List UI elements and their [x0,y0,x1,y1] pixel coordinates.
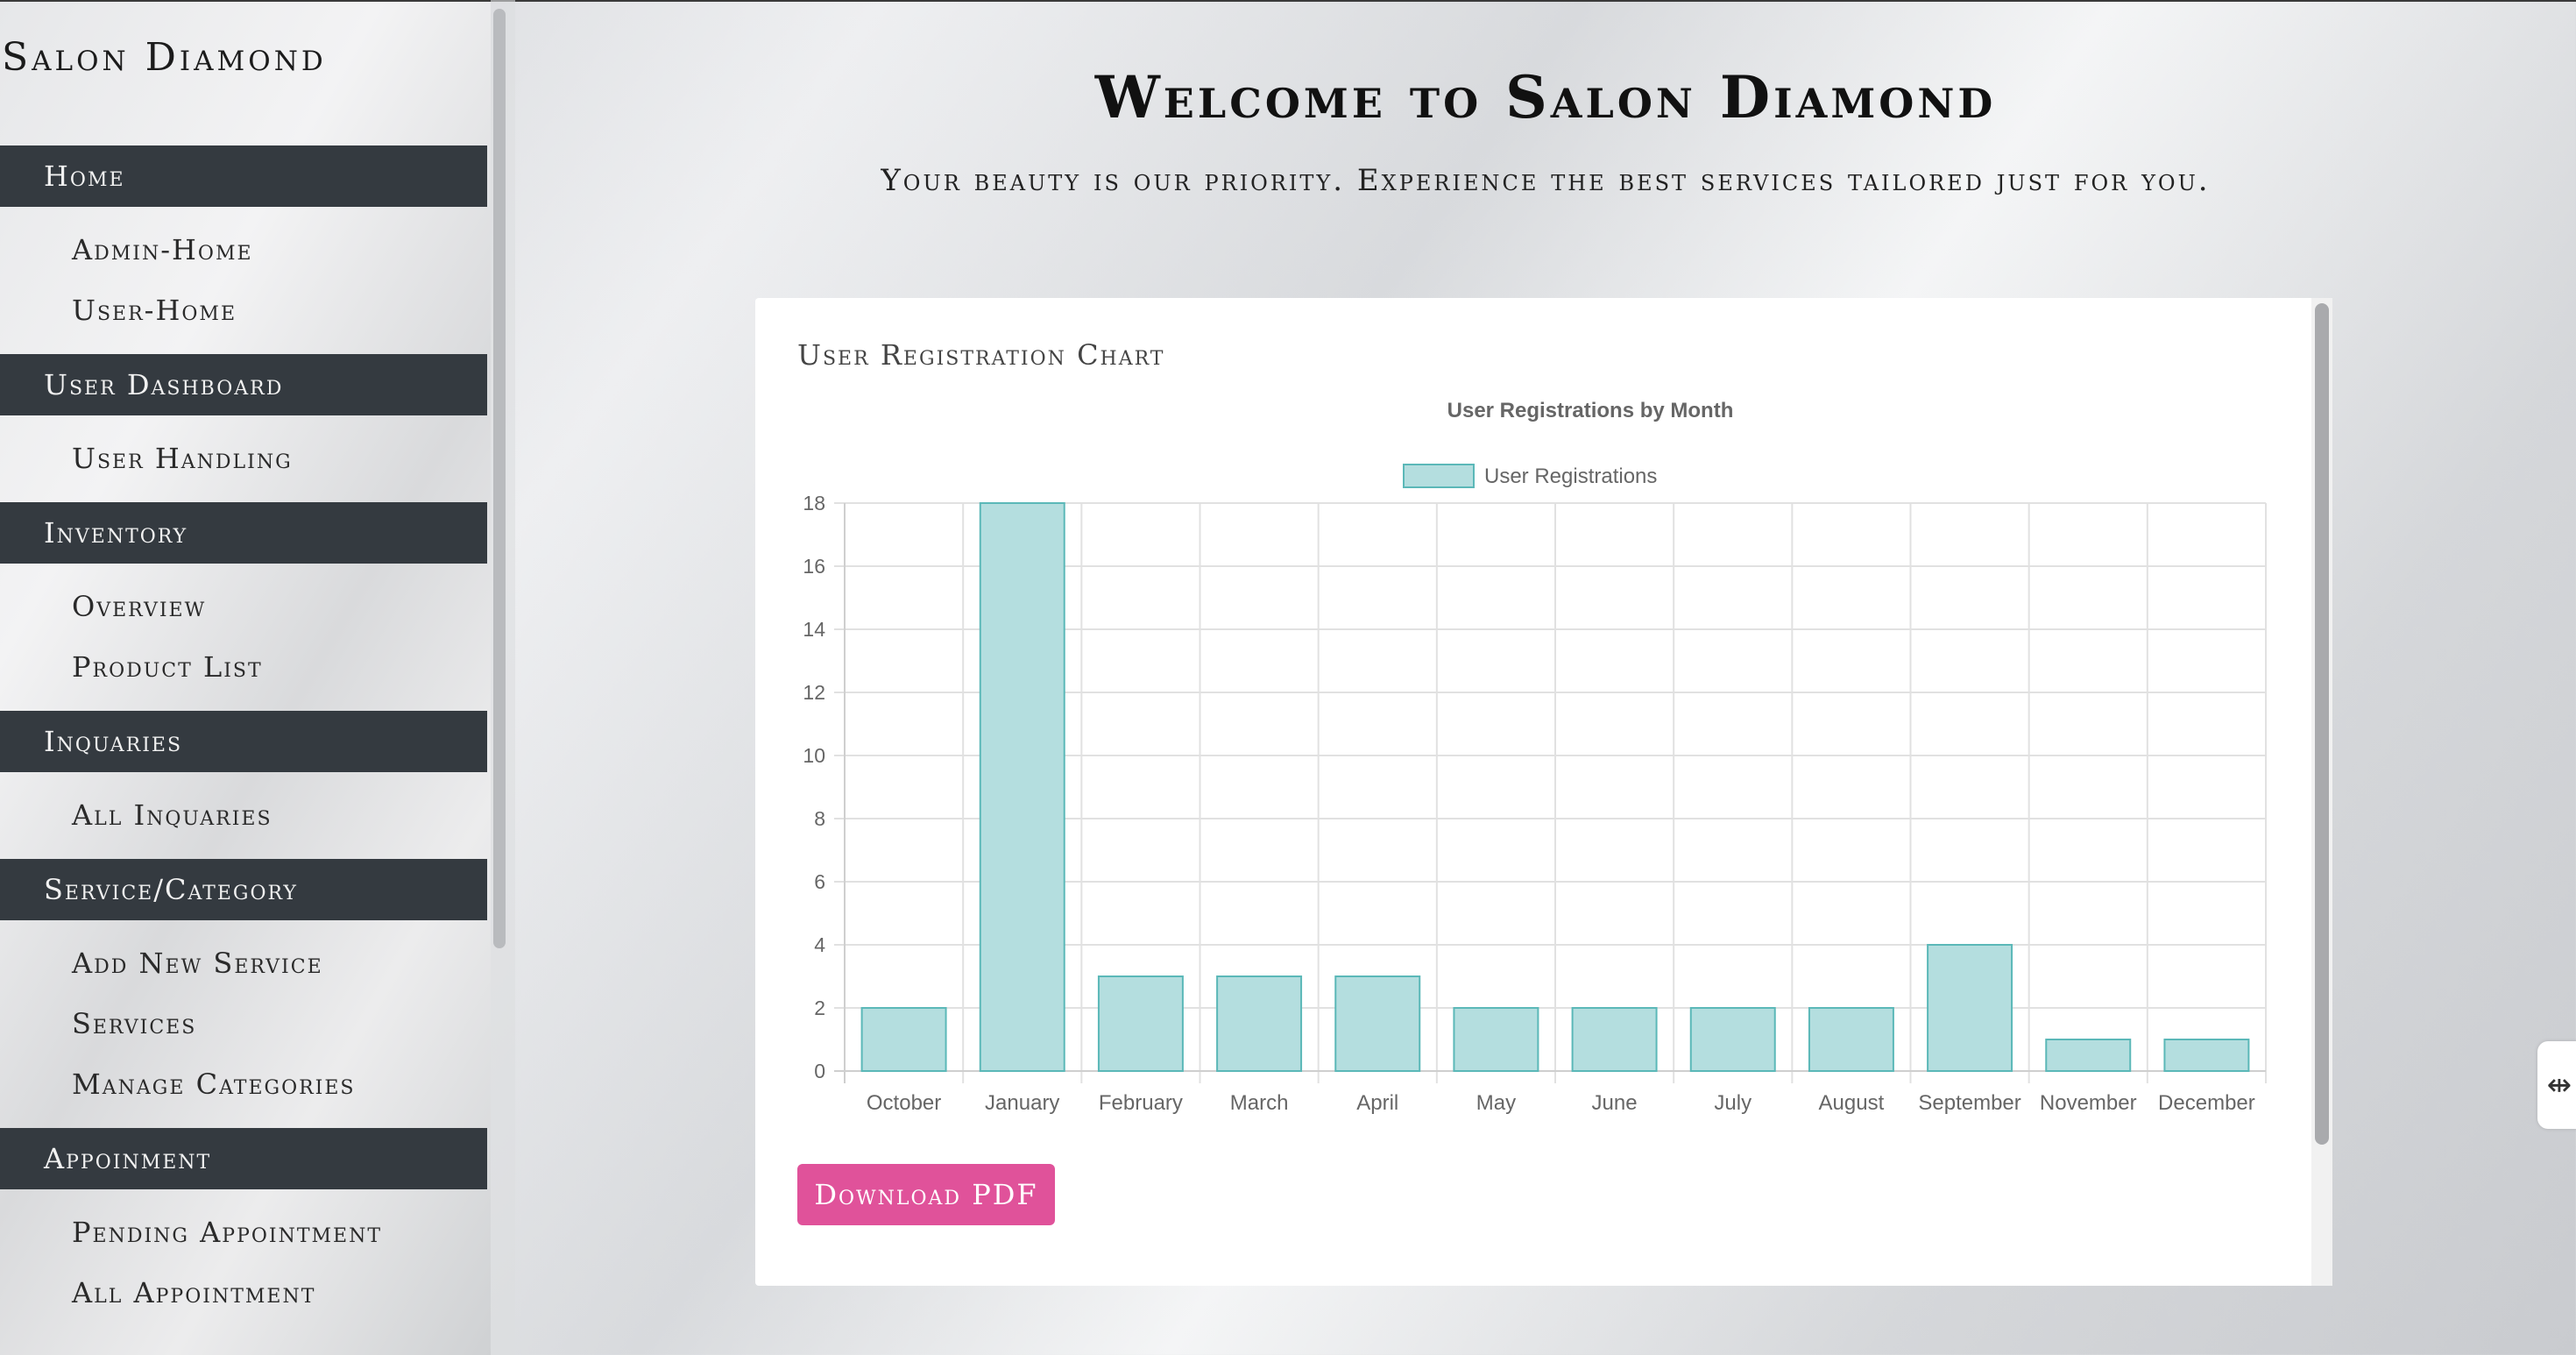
y-tick-label: 8 [814,807,825,830]
sidebar-item-add-new-service[interactable]: Add New Service [0,933,487,993]
x-tick-label: September [1918,1091,2020,1115]
bar [1453,1007,1539,1072]
sidebar-submenu: Admin-Home User-Home [0,207,487,354]
x-tick-label: March [1230,1091,1289,1115]
x-tick-label: July [1714,1091,1752,1115]
x-tick-label: January [985,1091,1059,1115]
sidebar-item-product-list[interactable]: Product List [0,636,487,697]
sidebar-section-home[interactable]: Home [0,145,487,207]
chart-card: User Registration Chart User Registratio… [755,298,2332,1286]
registration-chart: User Registrations by Month User Registra… [803,399,2267,1115]
x-tick-label: February [1099,1091,1183,1115]
sidebar-item-user-handling[interactable]: User Handling [0,428,487,488]
sidebar-submenu: Add New Service Services Manage Categories [0,920,487,1128]
sidebar-item-pending-appointment[interactable]: Pending Appointment [0,1202,487,1262]
sidebar-item-all-appointment[interactable]: All Appointment [0,1262,487,1323]
sidebar-item-admin-home[interactable]: Admin-Home [0,219,487,280]
bar [1689,1007,1776,1072]
x-tick-label: August [1819,1091,1885,1115]
sidebar-section-user-dashboard[interactable]: User Dashboard [0,354,487,415]
x-tick-label: November [2040,1091,2137,1115]
y-tick-label: 0 [814,1060,825,1082]
chart-title: User Registrations by Month [1447,399,1734,422]
sidebar-section-appoinment[interactable]: Appoinment [0,1128,487,1189]
y-tick-label: 10 [803,744,825,767]
x-tick-label: May [1476,1091,1516,1115]
bar [1808,1007,1894,1072]
sidebar-item-manage-categories[interactable]: Manage Categories [0,1053,487,1114]
brand-title: Salon Diamond [2,35,327,80]
sidebar-scrollbar-thumb[interactable] [493,9,506,948]
page-tagline: Your beauty is our priority. Experience … [881,163,2211,198]
x-tick-label: October [867,1091,941,1115]
bar [2163,1039,2250,1072]
y-tick-label: 6 [814,870,825,893]
sidebar-item-all-inquaries[interactable]: All Inquaries [0,784,487,845]
y-tick-label: 4 [814,933,825,956]
bar [1216,975,1303,1072]
sidebar-nav: Home Admin-Home User-Home User Dashboard Use… [0,145,487,1337]
bar [979,502,1065,1072]
bar [2045,1039,2132,1072]
panel-toggle-icon[interactable]: ⇹ [2537,1041,2576,1129]
bar [1334,975,1421,1072]
download-pdf-button[interactable]: Download PDF [797,1164,1055,1225]
sidebar-item-overview[interactable]: Overview [0,576,487,636]
y-tick-label: 12 [803,681,825,704]
y-tick-label: 18 [803,492,825,514]
sidebar-section-service-category[interactable]: Service/Category [0,859,487,920]
sidebar-item-user-home[interactable]: User-Home [0,280,487,340]
sidebar-section-inquaries[interactable]: Inquaries [0,711,487,772]
sidebar-submenu: Overview Product List [0,564,487,711]
bar [860,1007,947,1072]
sidebar-submenu: All Inquaries [0,772,487,859]
card-scrollbar-thumb[interactable] [2315,303,2329,1145]
bar [1927,944,2013,1072]
bar [1097,975,1184,1072]
x-tick-label: December [2158,1091,2255,1115]
y-tick-label: 14 [803,618,825,641]
sidebar-submenu: User Handling [0,415,487,502]
x-tick-label: April [1356,1091,1398,1115]
sidebar: Salon Diamond Home Admin-Home User-Home Use… [0,2,491,1355]
x-tick-label: June [1592,1091,1638,1115]
legend-label: User Registrations [1484,465,1657,488]
sidebar-submenu: Pending Appointment All Appointment [0,1189,487,1337]
legend-swatch [1403,464,1475,488]
page-title: Welcome to Salon Diamond [1094,63,1997,131]
sidebar-section-inventory[interactable]: Inventory [0,502,487,564]
y-tick-label: 2 [814,997,825,1019]
sidebar-item-services[interactable]: Services [0,993,487,1053]
bar [1571,1007,1658,1072]
y-tick-label: 16 [803,555,825,578]
